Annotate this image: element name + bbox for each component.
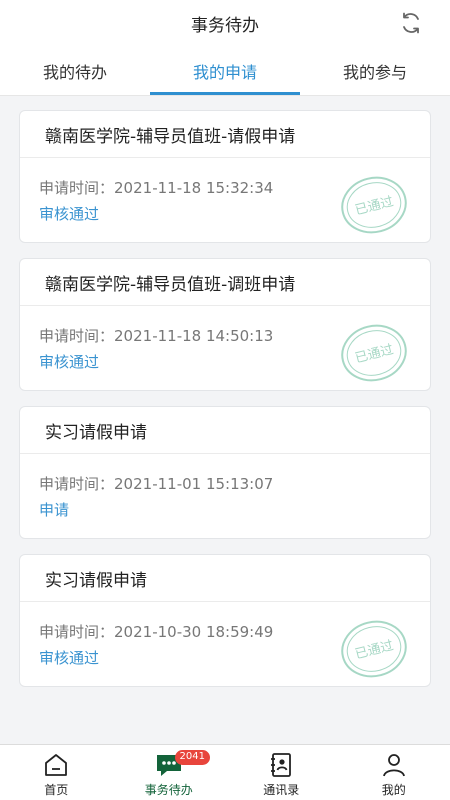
time-label: 申请时间： xyxy=(39,623,115,641)
time-label: 申请时间： xyxy=(39,475,115,493)
tab-label: 我的待办 xyxy=(42,62,107,82)
contacts-icon xyxy=(271,753,292,777)
tab-my-todo[interactable]: 我的待办 xyxy=(0,46,150,95)
user-icon xyxy=(382,754,405,777)
card-title: 赣南医学院-辅导员值班-调班申请 xyxy=(20,259,430,306)
page-title: 事务待办 xyxy=(191,15,259,36)
nav-label: 我的 xyxy=(381,783,406,797)
application-list: 赣南医学院-辅导员值班-请假申请 申请时间：2021-11-18 15:32:3… xyxy=(0,96,450,744)
time-value: 2021-11-01 15:13:07 xyxy=(114,475,274,493)
card-title: 实习请假申请 xyxy=(20,555,430,602)
tab-label: 我的参与 xyxy=(342,62,407,82)
card-status: 申请 xyxy=(39,501,70,519)
nav-affairs[interactable]: 2041 事务待办 xyxy=(113,745,226,800)
tab-my-applications[interactable]: 我的申请 xyxy=(150,46,300,95)
nav-contacts[interactable]: 通讯录 xyxy=(225,745,338,800)
notification-badge: 2041 xyxy=(174,750,210,765)
application-card[interactable]: 实习请假申请 申请时间：2021-11-01 15:13:07 申请 xyxy=(19,406,431,539)
nav-label: 通讯录 xyxy=(263,783,300,797)
time-label: 申请时间： xyxy=(39,327,115,345)
refresh-icon xyxy=(403,12,419,34)
stamp-text: 已通过 xyxy=(354,194,395,218)
app-header: 事务待办 xyxy=(0,0,450,46)
refresh-button[interactable] xyxy=(398,10,424,36)
nav-profile[interactable]: 我的 xyxy=(338,745,450,800)
approved-stamp-icon: 已通过 xyxy=(341,620,407,678)
time-value: 2021-10-30 18:59:49 xyxy=(114,623,274,641)
time-value: 2021-11-18 15:32:34 xyxy=(114,179,274,197)
time-value: 2021-11-18 14:50:13 xyxy=(114,327,274,345)
approved-stamp-icon: 已通过 xyxy=(341,176,407,234)
nav-label: 事务待办 xyxy=(144,783,193,797)
nav-label: 首页 xyxy=(44,783,69,797)
bottom-nav: 首页 2041 事务待办 通讯录 我的 xyxy=(0,744,450,800)
home-icon xyxy=(45,754,68,776)
tab-my-participation[interactable]: 我的参与 xyxy=(300,46,450,95)
card-title: 实习请假申请 xyxy=(20,407,430,454)
time-label: 申请时间： xyxy=(39,179,115,197)
card-time: 申请时间：2021-11-01 15:13:07 xyxy=(39,471,430,497)
tab-bar: 我的待办 我的申请 我的参与 xyxy=(0,46,450,96)
application-card[interactable]: 实习请假申请 申请时间：2021-10-30 18:59:49 审核通过 已通过 xyxy=(19,554,431,687)
stamp-text: 已通过 xyxy=(354,342,395,366)
tab-label: 我的申请 xyxy=(192,62,257,82)
application-card[interactable]: 赣南医学院-辅导员值班-请假申请 申请时间：2021-11-18 15:32:3… xyxy=(19,110,431,243)
nav-home[interactable]: 首页 xyxy=(0,745,113,800)
application-card[interactable]: 赣南医学院-辅导员值班-调班申请 申请时间：2021-11-18 14:50:1… xyxy=(19,258,431,391)
approved-stamp-icon: 已通过 xyxy=(341,324,407,382)
stamp-text: 已通过 xyxy=(354,638,395,662)
card-title: 赣南医学院-辅导员值班-请假申请 xyxy=(20,111,430,158)
